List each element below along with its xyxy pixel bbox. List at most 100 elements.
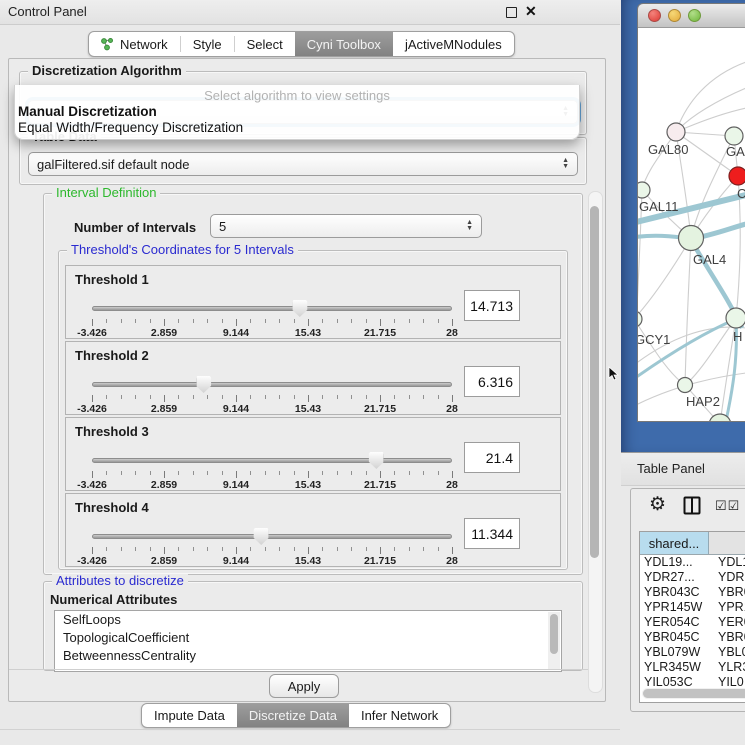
cell-name[interactable]: YBL0 xyxy=(712,645,745,660)
table-row[interactable]: YER054CYER0 xyxy=(640,615,745,630)
minimize-traffic-light[interactable] xyxy=(668,9,681,22)
slider-thumb[interactable] xyxy=(196,376,211,393)
tick-label: -3.426 xyxy=(77,403,107,415)
slider-track[interactable] xyxy=(92,382,452,387)
table-row[interactable]: YLR345WYLR3 xyxy=(640,660,745,675)
tab-infer-network[interactable]: Infer Network xyxy=(349,704,450,727)
tick-mark xyxy=(135,395,136,399)
table-row[interactable]: YBL079WYBL0 xyxy=(640,645,745,660)
close-icon[interactable]: ✕ xyxy=(525,3,537,20)
panel-title: Control Panel xyxy=(8,4,87,19)
node-attribute-table[interactable]: shared... na YDL19...YDL1YDR27...YDR2YBR… xyxy=(639,531,745,703)
table-row[interactable]: YBR043CYBR0 xyxy=(640,585,745,600)
threshold-slider[interactable]: -3.4262.8599.14415.4321.71528 xyxy=(92,300,452,334)
cell-shared-name[interactable]: YPR145W xyxy=(640,600,712,615)
checkboxes-icon[interactable]: ☑☑ xyxy=(715,498,740,514)
node-gal80[interactable] xyxy=(667,123,685,141)
tick-mark xyxy=(394,319,395,323)
threshold-slider[interactable]: -3.4262.8599.14415.4321.71528 xyxy=(92,376,452,410)
cell-shared-name[interactable]: YLR345W xyxy=(640,660,712,675)
network-icon xyxy=(101,38,114,51)
tab-impute-data[interactable]: Impute Data xyxy=(142,704,237,727)
node-labels: GAL80 GA C GAL11 GAL4 H GCY1 HAP2 xyxy=(638,142,745,409)
slider-thumb[interactable] xyxy=(292,300,307,317)
node-right-mid[interactable] xyxy=(726,308,745,328)
tab-style[interactable]: Style xyxy=(181,32,234,56)
apply-button[interactable]: Apply xyxy=(269,674,339,698)
table-row[interactable]: YBR045CYBR0 xyxy=(640,630,745,645)
cell-shared-name[interactable]: YDR27... xyxy=(640,570,712,585)
close-traffic-light[interactable] xyxy=(648,9,661,22)
zoom-traffic-light[interactable] xyxy=(688,9,701,22)
settings-gear-icon[interactable]: ⚙ xyxy=(649,495,666,515)
slider-track[interactable] xyxy=(92,458,452,463)
attributes-group: Attributes to discretize Numerical Attri… xyxy=(43,581,583,671)
node-right-top[interactable] xyxy=(725,127,743,145)
cell-shared-name[interactable]: YBL079W xyxy=(640,645,712,660)
node-gal4[interactable] xyxy=(679,226,704,251)
scrollbar-thumb[interactable] xyxy=(590,206,599,558)
option-equal-width-frequency[interactable]: Equal Width/Frequency Discretization xyxy=(18,120,243,135)
cell-shared-name[interactable]: YER054C xyxy=(640,615,712,630)
number-of-intervals-combobox[interactable]: 5 ▲▼ xyxy=(210,214,482,238)
cell-name[interactable]: YDR2 xyxy=(712,570,745,585)
list-scrollbar[interactable] xyxy=(548,612,560,670)
mouse-cursor xyxy=(608,366,619,381)
node-selected-red[interactable] xyxy=(729,167,745,185)
threshold-value-field[interactable] xyxy=(464,290,520,321)
cell-shared-name[interactable]: YBR045C xyxy=(640,630,712,645)
node-gal11[interactable] xyxy=(638,182,650,198)
option-manual-discretization[interactable]: Manual Discretization xyxy=(18,104,157,119)
tick-mark xyxy=(207,395,208,399)
cell-name[interactable]: YLR3 xyxy=(712,660,745,675)
slider-thumb[interactable] xyxy=(254,528,269,545)
threshold-value-field[interactable] xyxy=(464,518,520,549)
slider-thumb[interactable] xyxy=(369,452,384,469)
cell-name[interactable]: YER0 xyxy=(712,615,745,630)
threshold-slider[interactable]: -3.4262.8599.14415.4321.71528 xyxy=(92,528,452,562)
control-panel-titlebar: Control Panel ✕ xyxy=(0,0,620,25)
cell-shared-name[interactable]: YDL19... xyxy=(640,555,712,570)
column-header-shared-name[interactable]: shared... xyxy=(640,532,709,554)
table-row[interactable]: YDL19...YDL1 xyxy=(640,555,745,570)
tick-mark xyxy=(222,471,223,475)
table-horizontal-scrollbar[interactable] xyxy=(642,688,745,699)
tab-jactivemnodules[interactable]: jActiveMNodules xyxy=(393,32,514,56)
node-gcy1[interactable] xyxy=(638,311,642,327)
tab-select[interactable]: Select xyxy=(235,32,295,56)
table-row[interactable]: YDR27...YDR2 xyxy=(640,570,745,585)
tick-mark xyxy=(409,471,410,475)
scrollbar-thumb[interactable] xyxy=(550,614,558,654)
column-view-icon[interactable] xyxy=(683,496,701,515)
column-header-name[interactable]: na xyxy=(709,532,745,554)
cell-name[interactable]: YPR1 xyxy=(712,600,745,615)
scrollbar-thumb[interactable] xyxy=(643,689,745,698)
network-window-titlebar[interactable] xyxy=(638,4,745,28)
attribute-list-item[interactable]: BetweennessCentrality xyxy=(55,647,561,665)
tab-discretize-data[interactable]: Discretize Data xyxy=(237,704,349,727)
threshold-slider[interactable]: -3.4262.8599.14415.4321.71528 xyxy=(92,452,452,486)
numerical-attributes-list[interactable]: SelfLoopsTopologicalCoefficientBetweenne… xyxy=(54,610,562,672)
table-row[interactable]: YPR145WYPR1 xyxy=(640,600,745,615)
cell-shared-name[interactable]: YBR043C xyxy=(640,585,712,600)
network-canvas[interactable]: GAL80 GA C GAL11 GAL4 H GCY1 HAP2 xyxy=(638,28,745,421)
node-hap2[interactable] xyxy=(678,378,693,393)
tick-mark xyxy=(438,319,439,323)
tick-label: 2.859 xyxy=(151,327,177,339)
attribute-list-item[interactable]: SelfLoops xyxy=(55,611,561,629)
float-window-icon[interactable] xyxy=(506,7,517,18)
table-data-combobox[interactable]: galFiltered.sif default node ▲▼ xyxy=(28,152,578,176)
slider-track[interactable] xyxy=(92,306,452,311)
threshold-value-field[interactable] xyxy=(464,442,520,473)
tab-cyni-toolbox[interactable]: Cyni Toolbox xyxy=(295,32,393,56)
cell-name[interactable]: YBR0 xyxy=(712,585,745,600)
tick-mark xyxy=(308,471,309,478)
slider-track[interactable] xyxy=(92,534,452,539)
panel-vertical-scrollbar[interactable] xyxy=(588,191,603,693)
threshold-value-field[interactable] xyxy=(464,366,520,397)
tick-mark xyxy=(92,547,93,554)
attribute-list-item[interactable]: TopologicalCoefficient xyxy=(55,629,561,647)
tab-network[interactable]: Network xyxy=(89,32,180,56)
cell-name[interactable]: YDL1 xyxy=(712,555,745,570)
cell-name[interactable]: YBR0 xyxy=(712,630,745,645)
